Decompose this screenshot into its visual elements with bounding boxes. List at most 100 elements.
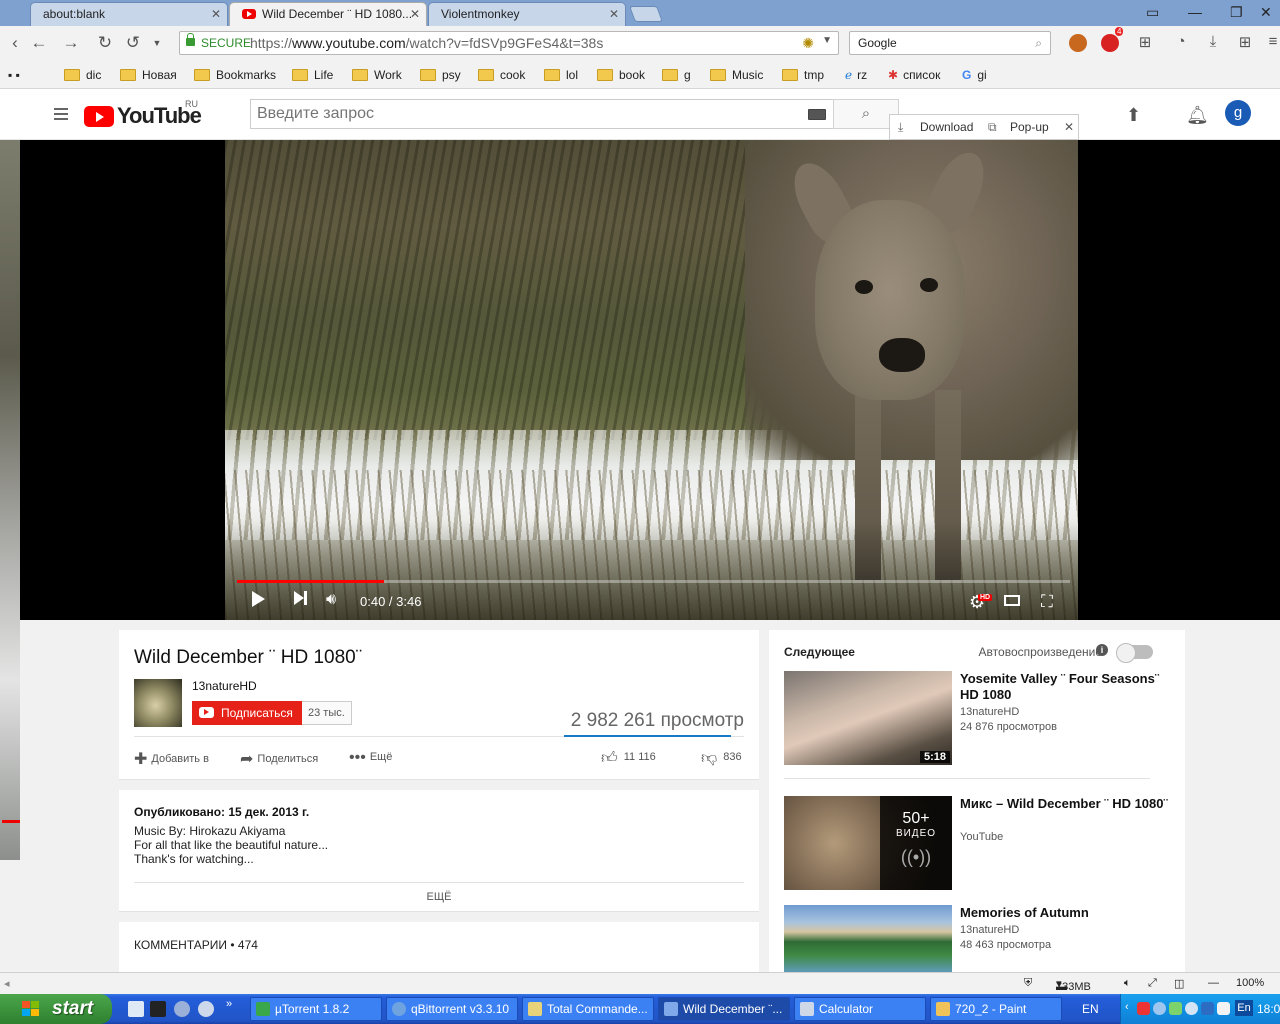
adblock-icon[interactable] [1101, 34, 1119, 52]
channel-name[interactable]: 13natureHD [192, 679, 257, 693]
undo-close-icon[interactable]: ↺ [122, 33, 144, 53]
history-dropdown-icon[interactable]: ▼ [146, 38, 168, 48]
language-indicator[interactable]: EN [1082, 1002, 1099, 1016]
restore-icon[interactable]: ❐ [1230, 4, 1243, 21]
url-text[interactable]: https://www.youtube.com/watch?v=fdSVp9GF… [250, 35, 603, 51]
theater-mode-icon[interactable] [1004, 595, 1020, 606]
address-bar[interactable]: SECURE https://www.youtube.com/watch?v=f… [179, 31, 839, 55]
bookmark-folder[interactable]: tmp [782, 68, 824, 82]
zoom-level[interactable]: 100% [1236, 977, 1264, 989]
layout-icon[interactable]: ◫ [1174, 977, 1184, 990]
taskbar-item[interactable]: Wild December ¨... [658, 997, 790, 1021]
taskbar-item[interactable]: Calculator [794, 997, 926, 1021]
subscribe-button[interactable]: Подписаться [192, 701, 302, 725]
tray-expand-icon[interactable]: ‹ [1125, 1001, 1129, 1013]
omnibox-dropdown-icon[interactable]: ▼ [822, 35, 832, 46]
bookmark-folder[interactable]: dic [64, 68, 101, 82]
back-icon[interactable]: ← [28, 33, 50, 53]
extension-icon[interactable] [1069, 34, 1087, 52]
tab-violentmonkey[interactable]: Violentmonkey ✕ [428, 2, 626, 26]
bee-extension-icon[interactable]: ✺ [802, 35, 814, 52]
fullscreen-icon[interactable]: ⛶ [1041, 592, 1053, 612]
search-engine-box[interactable]: Google ⌕ [849, 31, 1051, 55]
sound-icon[interactable]: 🔈︎ [1124, 977, 1131, 990]
reload-icon[interactable]: ↻ [94, 33, 116, 53]
search-icon[interactable]: ⌕ [1035, 36, 1042, 51]
scroll-left-icon[interactable]: ◂ [4, 977, 10, 990]
list-item[interactable]: Memories of Autumn 13natureHD 48 463 про… [784, 905, 1167, 972]
bookmark-folder[interactable]: Bookmarks [194, 68, 276, 82]
tab-youtube-video[interactable]: Wild December ¨ HD 1080... ✕ [229, 2, 427, 26]
youtube-search-field[interactable] [250, 99, 834, 129]
download-button[interactable]: Download [920, 120, 973, 134]
dislike-button[interactable]: 👎︎ 836 [701, 749, 742, 768]
add-to-button[interactable]: ✚ Добавить в [134, 749, 209, 769]
apps-icon[interactable]: ⊞ [1234, 33, 1256, 51]
rec-title[interactable]: Memories of Autumn [960, 905, 1170, 921]
youtube-search-input[interactable] [257, 105, 777, 123]
list-item[interactable]: 50+ ВИДЕО ((•)) Микс – Wild December ¨ H… [784, 796, 1170, 896]
tray-icon[interactable] [1169, 1002, 1182, 1015]
quicklaunch-icon[interactable] [198, 1001, 214, 1017]
video-player[interactable]: 🔊︎ 0:40 / 3:46 ⚙ HD ⛶ [20, 140, 1280, 620]
chevron-right-icon[interactable]: » [226, 998, 232, 1010]
like-button[interactable]: 👍︎ 11 116 [601, 749, 656, 768]
bookmark-link[interactable]: Ggi [962, 68, 987, 82]
video-thumbnail[interactable] [784, 905, 952, 972]
bookmark-app-icon[interactable]: ▪ ▪ [8, 68, 20, 82]
progress-bar[interactable] [237, 580, 1070, 583]
back-small-icon[interactable]: ‹ [4, 33, 26, 53]
volume-icon[interactable]: 🔊︎ [326, 591, 336, 609]
notifications-bell-icon[interactable]: 🔔︎ [1186, 105, 1209, 126]
minimize-icon[interactable]: — [1188, 4, 1202, 20]
tray-icon[interactable] [1201, 1002, 1214, 1015]
bookmark-folder[interactable]: book [597, 68, 645, 82]
expand-icon[interactable]: ⤢ [1148, 977, 1157, 990]
account-icon[interactable]: ◔ [1170, 33, 1192, 50]
bookmark-folder[interactable]: lol [544, 68, 578, 82]
bookmark-folder[interactable]: cook [478, 68, 525, 82]
bookmark-link[interactable]: ℯ rz [845, 68, 867, 82]
share-button[interactable]: ➦ Поделиться [240, 749, 318, 769]
play-icon[interactable] [252, 591, 265, 607]
tray-icon[interactable] [1185, 1002, 1198, 1015]
more-actions-button[interactable]: ••• Ещё [349, 749, 392, 767]
memory-indicator[interactable]: ▬ 733MB ▾ [1056, 977, 1091, 993]
bookmark-folder[interactable]: Новая [120, 68, 177, 82]
keyboard-icon[interactable] [808, 109, 826, 120]
shield-icon[interactable]: ⛨ [1024, 977, 1032, 990]
menu-icon[interactable]: ≡ [1262, 33, 1280, 50]
quicklaunch-icon[interactable] [128, 1001, 144, 1017]
youtube-logo[interactable]: YouTube RU [84, 99, 202, 129]
bookmark-folder[interactable]: psy [420, 68, 461, 82]
popup-button[interactable]: Pop-up [1010, 120, 1049, 134]
avatar[interactable]: g [1225, 100, 1251, 126]
new-tab-button[interactable] [629, 6, 663, 22]
taskbar-item[interactable]: µTorrent 1.8.2 [250, 997, 382, 1021]
start-button[interactable]: start [0, 994, 112, 1024]
tray-icon[interactable] [1137, 1002, 1150, 1015]
list-item[interactable]: 5:18 Yosemite Valley ¨ Four Seasons¨ HD … [784, 671, 1167, 771]
close-window-icon[interactable]: ✕ [1260, 4, 1272, 21]
download-icon[interactable]: ⤓ [1202, 33, 1224, 50]
taskbar-item[interactable]: Total Commande... [522, 997, 654, 1021]
tray-language-indicator[interactable]: En [1235, 1000, 1253, 1016]
cmd-icon[interactable] [150, 1001, 166, 1017]
bookmark-link[interactable]: ✱ список [888, 68, 940, 82]
bookmark-folder[interactable]: Music [710, 68, 763, 82]
rec-title[interactable]: Микс – Wild December ¨ HD 1080¨ [960, 796, 1170, 812]
taskbar-item[interactable]: qBittorrent v3.3.10 [386, 997, 518, 1021]
quicklaunch-icon[interactable] [174, 1001, 190, 1017]
close-icon[interactable]: ✕ [211, 3, 221, 25]
autoplay-toggle[interactable] [1116, 643, 1153, 663]
bookmark-folder[interactable]: g [662, 68, 691, 82]
taskbar-item[interactable]: 720_2 - Paint [930, 997, 1062, 1021]
close-icon[interactable]: ✕ [609, 3, 619, 25]
upload-icon[interactable]: ⬆ [1126, 105, 1141, 126]
next-icon[interactable] [294, 591, 307, 605]
rec-title[interactable]: Yosemite Valley ¨ Four Seasons¨ HD 1080 [960, 671, 1170, 703]
close-icon[interactable]: ✕ [1064, 120, 1074, 134]
tray-icon[interactable] [1153, 1002, 1166, 1015]
video-thumbnail[interactable]: 5:18 [784, 671, 952, 765]
video-thumbnail[interactable]: 50+ ВИДЕО ((•)) [784, 796, 952, 890]
